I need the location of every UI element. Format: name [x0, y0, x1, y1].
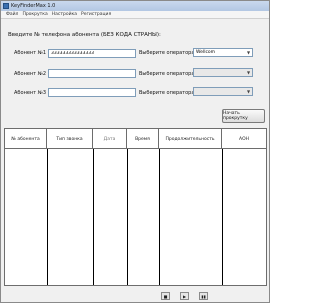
instruction-text: Введите № телефона абонента (БЕЗ КОДА СТ…: [8, 32, 161, 38]
subscriber-2-operator-select[interactable]: ▼: [193, 68, 253, 77]
column-header-subscriber[interactable]: № абонента: [5, 129, 47, 149]
stop-icon[interactable]: ■: [161, 292, 170, 300]
column-divider: [93, 149, 94, 285]
start-scroll-button[interactable]: Начать прокрутку: [222, 109, 265, 123]
column-header-call-type[interactable]: Тип звонка: [47, 129, 93, 149]
table-header: № абонента Тип звонка Дата Время Продолж…: [5, 129, 266, 149]
column-divider: [159, 149, 160, 285]
play-icon[interactable]: ▶: [180, 292, 189, 300]
menu-bar: Файл Прокрутка Настройка Регистрация: [1, 11, 269, 19]
subscriber-1-operator-value: Wellcom: [196, 50, 216, 55]
column-divider: [47, 149, 48, 285]
menu-scroll[interactable]: Прокрутка: [22, 12, 47, 17]
column-header-duration[interactable]: Продолжительность: [159, 129, 222, 149]
title-bar: KeyFinderMax 1.0: [1, 1, 269, 11]
subscriber-2-label: Абонент №2: [14, 71, 47, 77]
subscriber-2-phone-input[interactable]: [48, 69, 136, 78]
column-header-caller-id[interactable]: АОН: [222, 129, 266, 149]
subscriber-1-operator-select[interactable]: Wellcom ▼: [193, 48, 253, 57]
column-header-time[interactable]: Время: [127, 129, 159, 149]
column-header-date[interactable]: Дата: [93, 129, 127, 149]
chevron-down-icon: ▼: [246, 50, 251, 55]
subscriber-1-operator-label: Выберите оператора:: [139, 50, 197, 56]
app-icon: [3, 3, 9, 9]
menu-file[interactable]: Файл: [6, 12, 18, 17]
chevron-down-icon: ▼: [246, 70, 251, 75]
pause-icon[interactable]: ▮▮: [199, 292, 208, 300]
window-title: KeyFinderMax 1.0: [11, 3, 56, 9]
subscriber-1-label: Абонент №1: [14, 50, 47, 56]
column-divider: [222, 149, 223, 285]
subscriber-3-operator-label: Выберите оператора:: [139, 90, 197, 96]
menu-registration[interactable]: Регистрация: [81, 12, 111, 17]
results-table: № абонента Тип звонка Дата Время Продолж…: [4, 128, 267, 286]
app-window: KeyFinderMax 1.0 Файл Прокрутка Настройк…: [0, 0, 270, 303]
menu-settings[interactable]: Настройка: [52, 12, 77, 17]
subscriber-3-label: Абонент №3: [14, 90, 47, 96]
subscriber-3-operator-select[interactable]: ▼: [193, 87, 253, 96]
playback-controls: ■ ▶ ▮▮: [161, 292, 208, 300]
chevron-down-icon: ▼: [246, 89, 251, 94]
subscriber-1-phone-input[interactable]: [48, 49, 136, 58]
subscriber-2-operator-label: Выберите оператора:: [139, 71, 197, 77]
column-divider: [127, 149, 128, 285]
subscriber-3-phone-input[interactable]: [48, 88, 136, 97]
